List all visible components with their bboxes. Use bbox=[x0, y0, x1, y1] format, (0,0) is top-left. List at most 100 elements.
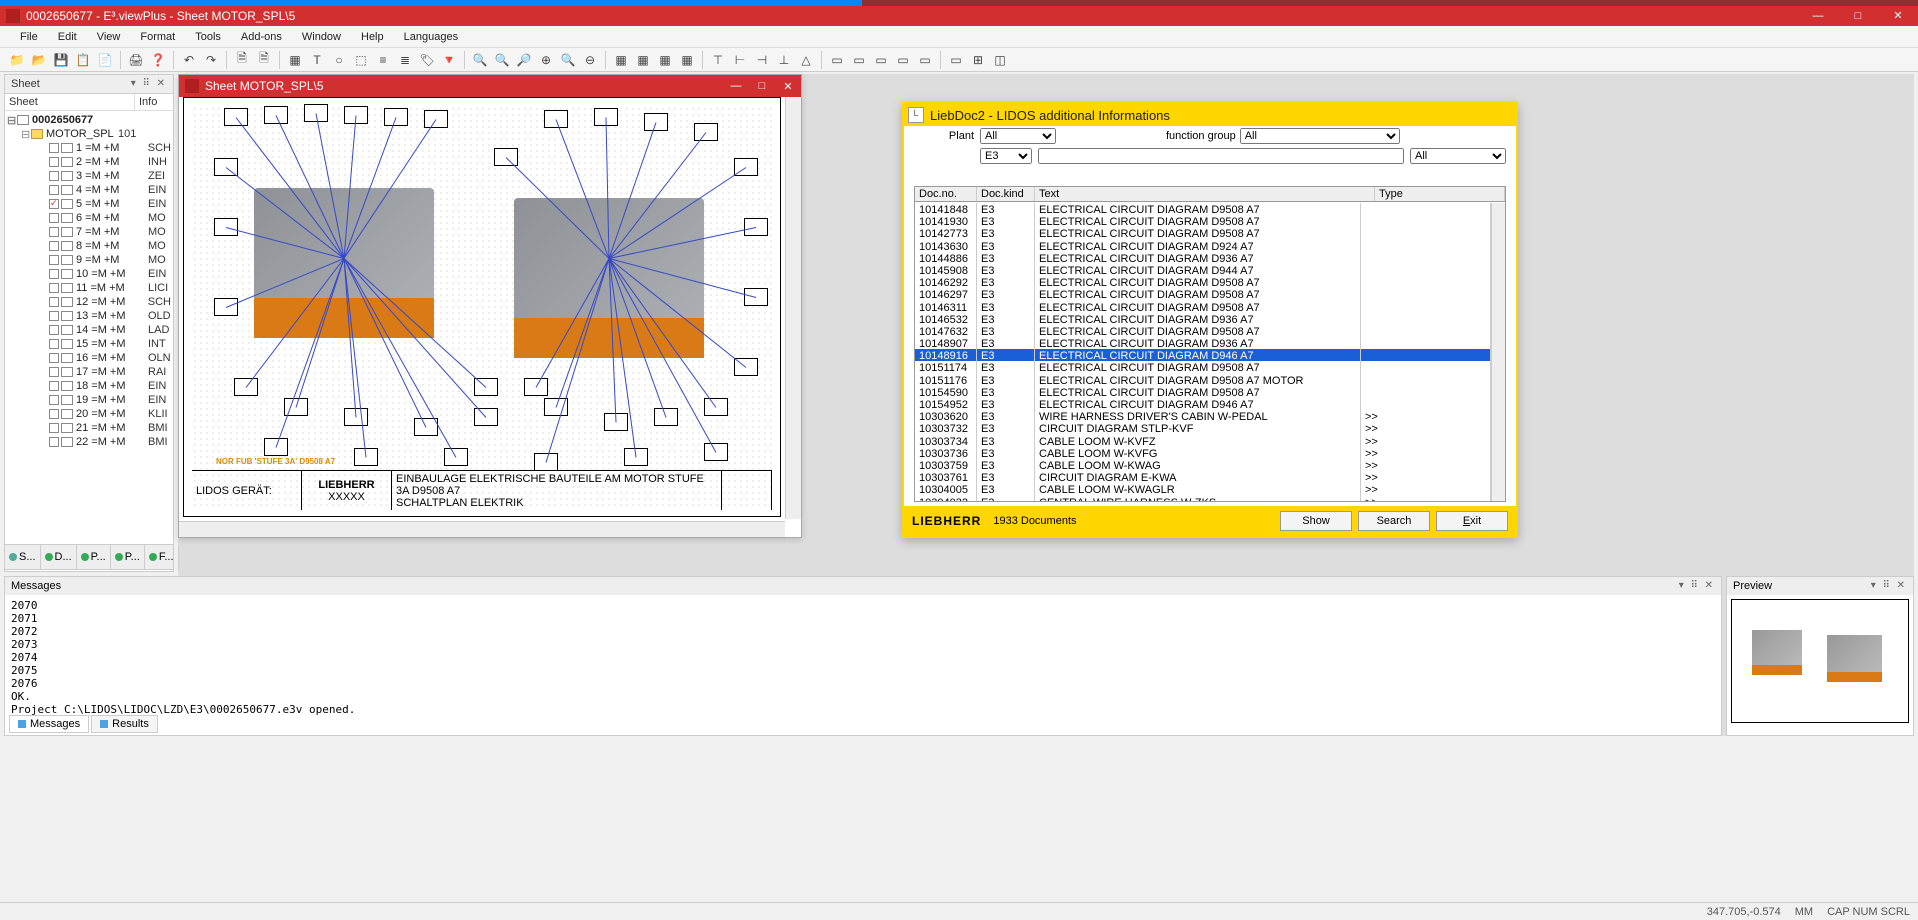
toolbar-btn-36[interactable]: ⊤ bbox=[708, 50, 728, 70]
toolbar-btn-1[interactable]: 📂 bbox=[29, 50, 49, 70]
toolbar-btn-2[interactable]: 💾 bbox=[51, 50, 71, 70]
tab-messages[interactable]: Messages bbox=[9, 715, 89, 733]
toolbar-btn-9[interactable]: ↶ bbox=[179, 50, 199, 70]
doc-row-10303736[interactable]: 10303736E3CABLE LOOM W-KVFG>> bbox=[915, 447, 1491, 459]
sheet-min-button[interactable]: — bbox=[723, 80, 749, 92]
sheet-close-button[interactable]: ✕ bbox=[775, 80, 801, 93]
doc-row-10154952[interactable]: 10154952E3ELECTRICAL CIRCUIT DIAGRAM D94… bbox=[915, 398, 1491, 410]
tree-item-10[interactable]: 10 =M +MEIN bbox=[7, 267, 171, 281]
toolbar-btn-27[interactable]: ⊕ bbox=[536, 50, 556, 70]
toolbar-btn-46[interactable]: ▭ bbox=[915, 50, 935, 70]
toolbar-btn-4[interactable]: 📄 bbox=[95, 50, 115, 70]
menu-add-ons[interactable]: Add-ons bbox=[231, 28, 292, 46]
fg-select[interactable]: All bbox=[1240, 128, 1400, 144]
panel-tab-3[interactable]: P... bbox=[111, 545, 145, 569]
menu-edit[interactable]: Edit bbox=[48, 28, 87, 46]
doc-row-10303732[interactable]: 10303732E3CIRCUIT DIAGRAM STLP-KVF>> bbox=[915, 422, 1491, 434]
menu-help[interactable]: Help bbox=[351, 28, 394, 46]
toolbar-btn-19[interactable]: ≡ bbox=[373, 50, 393, 70]
menu-view[interactable]: View bbox=[87, 28, 131, 46]
messages-controls[interactable]: ▾ ⠿ ✕ bbox=[1679, 580, 1715, 592]
tree-root[interactable]: ⊟0002650677 bbox=[7, 113, 171, 127]
tree-item-20[interactable]: 20 =M +MKLII bbox=[7, 407, 171, 421]
toolbar-btn-49[interactable]: ⊞ bbox=[968, 50, 988, 70]
text-filter-input[interactable] bbox=[1038, 148, 1404, 164]
tree-item-14[interactable]: 14 =M +MLAD bbox=[7, 323, 171, 337]
toolbar-btn-40[interactable]: △ bbox=[796, 50, 816, 70]
doc-row-10151176[interactable]: 10151176E3ELECTRICAL CIRCUIT DIAGRAM D95… bbox=[915, 374, 1491, 386]
tree-item-18[interactable]: 18 =M +MEIN bbox=[7, 379, 171, 393]
hdr-docno[interactable]: Doc.no. bbox=[915, 187, 977, 201]
doc-row-10304005[interactable]: 10304005E3CABLE LOOM W-KWAGLR>> bbox=[915, 483, 1491, 495]
type-select[interactable]: All bbox=[1410, 148, 1506, 164]
toolbar-btn-12[interactable]: 🗎 bbox=[232, 50, 252, 70]
close-button[interactable]: ✕ bbox=[1878, 6, 1918, 26]
toolbar-btn-15[interactable]: ▦ bbox=[285, 50, 305, 70]
doc-row-10146311[interactable]: 10146311E3ELECTRICAL CIRCUIT DIAGRAM D95… bbox=[915, 301, 1491, 313]
doc-row-10303759[interactable]: 10303759E3CABLE LOOM W-KWAG>> bbox=[915, 459, 1491, 471]
panel-tab-2[interactable]: P... bbox=[77, 545, 111, 569]
toolbar-btn-24[interactable]: 🔍 bbox=[470, 50, 490, 70]
sheet-tree[interactable]: ⊟0002650677⊟MOTOR_SPL1011 =M +MSCH2 =M +… bbox=[5, 111, 173, 451]
toolbar-btn-10[interactable]: ↷ bbox=[201, 50, 221, 70]
toolbar-btn-26[interactable]: 🔎 bbox=[514, 50, 534, 70]
maximize-button[interactable]: □ bbox=[1838, 6, 1878, 26]
toolbar-btn-43[interactable]: ▭ bbox=[849, 50, 869, 70]
hdr-text[interactable]: Text bbox=[1035, 187, 1375, 201]
toolbar-btn-45[interactable]: ▭ bbox=[893, 50, 913, 70]
doc-row-10303734[interactable]: 10303734E3CABLE LOOM W-KVFZ>> bbox=[915, 435, 1491, 447]
tree-item-15[interactable]: 15 =M +MINT bbox=[7, 337, 171, 351]
tree-item-19[interactable]: 19 =M +MEIN bbox=[7, 393, 171, 407]
sheet-max-button[interactable]: □ bbox=[749, 80, 775, 92]
toolbar-btn-18[interactable]: ⬚ bbox=[351, 50, 371, 70]
tree-folder[interactable]: ⊟MOTOR_SPL101 bbox=[7, 127, 171, 141]
tab-results[interactable]: Results bbox=[91, 715, 158, 733]
tree-item-17[interactable]: 17 =M +MRAI bbox=[7, 365, 171, 379]
menu-tools[interactable]: Tools bbox=[185, 28, 231, 46]
tree-item-21[interactable]: 21 =M +MBMI bbox=[7, 421, 171, 435]
toolbar-btn-16[interactable]: T bbox=[307, 50, 327, 70]
toolbar-btn-20[interactable]: ≣ bbox=[395, 50, 415, 70]
doc-row-10303761[interactable]: 10303761E3CIRCUIT DIAGRAM E-KWA>> bbox=[915, 471, 1491, 483]
tree-item-4[interactable]: 4 =M +MEIN bbox=[7, 183, 171, 197]
doc-row-10148916[interactable]: 10148916E3ELECTRICAL CIRCUIT DIAGRAM D94… bbox=[915, 349, 1491, 361]
tree-item-13[interactable]: 13 =M +MOLD bbox=[7, 309, 171, 323]
liebdoc-titlebar[interactable]: L LiebDoc2 - LIDOS additional Informatio… bbox=[904, 104, 1516, 126]
panel-tab-0[interactable]: S... bbox=[5, 545, 41, 569]
tree-item-12[interactable]: 12 =M +MSCH bbox=[7, 295, 171, 309]
toolbar-btn-28[interactable]: 🔍 bbox=[558, 50, 578, 70]
doc-row-10144886[interactable]: 10144886E3ELECTRICAL CIRCUIT DIAGRAM D93… bbox=[915, 252, 1491, 264]
doc-row-10151174[interactable]: 10151174E3ELECTRICAL CIRCUIT DIAGRAM D95… bbox=[915, 361, 1491, 373]
toolbar-btn-29[interactable]: ⊖ bbox=[580, 50, 600, 70]
preview-thumbnail[interactable] bbox=[1731, 599, 1909, 723]
sheet-scrollbar-v[interactable] bbox=[785, 97, 801, 519]
tree-item-2[interactable]: 2 =M +MINH bbox=[7, 155, 171, 169]
toolbar-btn-39[interactable]: ⊥ bbox=[774, 50, 794, 70]
doc-row-10141848[interactable]: 10141848E3ELECTRICAL CIRCUIT DIAGRAM D95… bbox=[915, 203, 1491, 215]
toolbar-btn-25[interactable]: 🔍 bbox=[492, 50, 512, 70]
doc-row-10147632[interactable]: 10147632E3ELECTRICAL CIRCUIT DIAGRAM D95… bbox=[915, 325, 1491, 337]
toolbar-btn-38[interactable]: ⊣ bbox=[752, 50, 772, 70]
toolbar-btn-33[interactable]: ▦ bbox=[655, 50, 675, 70]
doc-row-10146292[interactable]: 10146292E3ELECTRICAL CIRCUIT DIAGRAM D95… bbox=[915, 276, 1491, 288]
doc-row-10303620[interactable]: 10303620E3WIRE HARNESS DRIVER'S CABIN W-… bbox=[915, 410, 1491, 422]
toolbar-btn-32[interactable]: ▦ bbox=[633, 50, 653, 70]
sheet-window-titlebar[interactable]: Sheet MOTOR_SPL\5 — □ ✕ bbox=[179, 75, 801, 97]
sheet-panel-controls[interactable]: ▾ ⠿ ✕ bbox=[131, 78, 167, 90]
toolbar-btn-44[interactable]: ▭ bbox=[871, 50, 891, 70]
doc-row-10145908[interactable]: 10145908E3ELECTRICAL CIRCUIT DIAGRAM D94… bbox=[915, 264, 1491, 276]
menu-window[interactable]: Window bbox=[292, 28, 351, 46]
toolbar-btn-22[interactable]: 🔻 bbox=[439, 50, 459, 70]
tree-item-5[interactable]: 5 =M +MEIN bbox=[7, 197, 171, 211]
panel-tab-1[interactable]: D... bbox=[41, 545, 77, 569]
toolbar-btn-31[interactable]: ▦ bbox=[611, 50, 631, 70]
tree-item-6[interactable]: 6 =M +MMO bbox=[7, 211, 171, 225]
tree-item-1[interactable]: 1 =M +MSCH bbox=[7, 141, 171, 155]
toolbar-btn-0[interactable]: 📁 bbox=[7, 50, 27, 70]
menu-languages[interactable]: Languages bbox=[394, 28, 468, 46]
toolbar-btn-3[interactable]: 📋 bbox=[73, 50, 93, 70]
grid-header[interactable]: Doc.no. Doc.kind Text Type bbox=[915, 187, 1505, 202]
drawing-canvas[interactable]: NOR FUB 'STUFE 3A' D9508 A7 LIDOS GERÄT:… bbox=[183, 97, 781, 517]
tree-item-22[interactable]: 22 =M +MBMI bbox=[7, 435, 171, 449]
toolbar-btn-6[interactable]: 🖨 bbox=[126, 50, 146, 70]
